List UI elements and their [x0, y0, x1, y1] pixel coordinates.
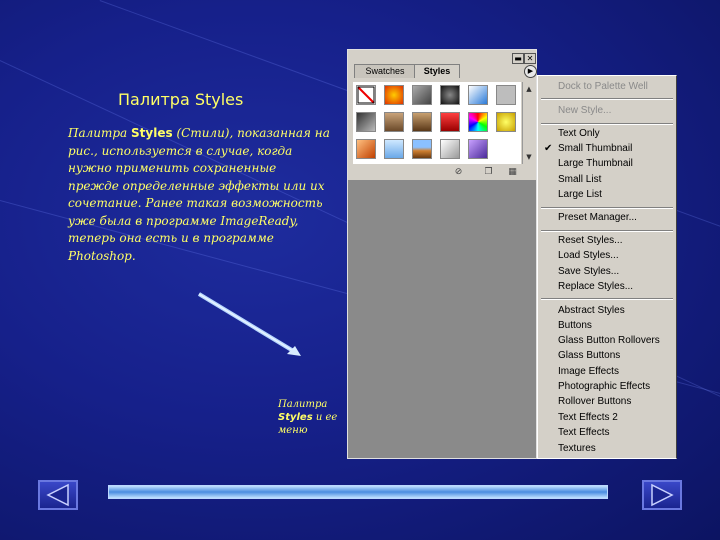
menu-item-text-effects-2[interactable]: Text Effects 2 [558, 411, 618, 425]
menu-item-load-styles[interactable]: Load Styles... [558, 249, 619, 263]
menu-item-glass-buttons[interactable]: Glass Buttons [558, 349, 620, 363]
style-swatch[interactable] [468, 139, 488, 159]
clear-style-icon[interactable]: ⊘ [454, 168, 463, 177]
slide-body-text: Палитра Styles (Стили), показанная на ри… [68, 125, 330, 265]
style-swatch[interactable] [412, 139, 432, 159]
body-text-part2: (Стили), показанная на рис., используетс… [68, 126, 330, 263]
caption-bold: Styles [278, 412, 313, 423]
palette-menu-arrow-icon[interactable]: ▶ [524, 65, 537, 78]
new-style-icon[interactable]: ❐ [484, 168, 493, 177]
caption-part1: Палитра [278, 399, 328, 410]
trash-icon[interactable]: ▦ [508, 168, 517, 177]
palette-scrollbar[interactable]: ▲ ▼ [522, 82, 535, 164]
style-swatch[interactable] [384, 112, 404, 132]
menu-item-large-thumbnail[interactable]: Large Thumbnail [558, 157, 633, 171]
close-icon[interactable]: ✕ [524, 53, 536, 64]
body-text-bold: Styles [131, 126, 173, 140]
style-swatch[interactable] [384, 139, 404, 159]
pointer-arrow-icon [197, 292, 301, 356]
style-swatch[interactable] [412, 112, 432, 132]
menu-item-small-thumbnail[interactable]: Small Thumbnail [558, 142, 632, 156]
style-swatch[interactable] [384, 85, 404, 105]
tab-styles[interactable]: Styles [414, 64, 460, 78]
menu-item-reset-styles[interactable]: Reset Styles... [558, 234, 622, 248]
menu-separator [541, 123, 673, 125]
triangle-left-icon [46, 483, 69, 507]
menu-separator [541, 298, 673, 300]
menu-item-small-list[interactable]: Small List [558, 173, 601, 187]
checkmark-icon: ✔ [544, 143, 553, 154]
triangle-right-icon [651, 483, 674, 507]
tab-swatches[interactable]: Swatches [354, 64, 416, 78]
style-swatch[interactable] [468, 85, 488, 105]
menu-item-save-styles[interactable]: Save Styles... [558, 265, 619, 279]
style-swatch[interactable] [468, 112, 488, 132]
scroll-up-icon[interactable]: ▲ [524, 84, 534, 94]
styles-palette-window: ▬ ✕ Swatches Styles ▶ ▲ ▼ ⊘ ❐ ▦ [347, 49, 537, 459]
style-swatch[interactable] [496, 85, 516, 105]
menu-separator [541, 98, 673, 100]
style-swatch[interactable] [496, 112, 516, 132]
menu-item-image-effects[interactable]: Image Effects [558, 365, 619, 379]
minimize-icon[interactable]: ▬ [512, 53, 524, 64]
menu-item-abstract-styles[interactable]: Abstract Styles [558, 304, 625, 318]
menu-item-text-only[interactable]: Text Only [558, 127, 600, 141]
menu-item-replace-styles[interactable]: Replace Styles... [558, 280, 633, 294]
previous-slide-button[interactable] [38, 480, 78, 510]
menu-item-textures[interactable]: Textures [558, 442, 596, 456]
slide-progress-bar [108, 485, 608, 499]
body-text-part1: Палитра [68, 126, 132, 140]
styles-thumbnail-grid [353, 82, 521, 164]
scroll-down-icon[interactable]: ▼ [524, 152, 534, 162]
style-swatch[interactable] [440, 85, 460, 105]
style-swatch[interactable] [412, 85, 432, 105]
slide-title: Палитра Styles [118, 90, 244, 109]
menu-item-large-list[interactable]: Large List [558, 188, 602, 202]
menu-separator [541, 230, 673, 232]
menu-item-preset-manager[interactable]: Preset Manager... [558, 211, 637, 225]
menu-item-dock-to-palette-well[interactable]: Dock to Palette Well [558, 80, 648, 94]
palette-context-menu: Dock to Palette Well New Style... Text O… [537, 75, 677, 459]
figure-caption: Палитра Styles и ее меню [278, 398, 358, 437]
menu-item-rollover-buttons[interactable]: Rollover Buttons [558, 395, 631, 409]
style-swatch[interactable] [356, 85, 376, 105]
style-swatch[interactable] [440, 139, 460, 159]
palette-panel: ▬ ✕ Swatches Styles ▶ ▲ ▼ ⊘ ❐ ▦ [348, 50, 537, 180]
menu-item-glass-button-rollovers[interactable]: Glass Button Rollovers [558, 334, 660, 348]
menu-item-photographic-effects[interactable]: Photographic Effects [558, 380, 650, 394]
menu-separator [541, 207, 673, 209]
menu-item-new-style[interactable]: New Style... [558, 104, 611, 118]
style-swatch[interactable] [356, 112, 376, 132]
menu-item-text-effects[interactable]: Text Effects [558, 426, 610, 440]
style-swatch[interactable] [440, 112, 460, 132]
menu-item-buttons[interactable]: Buttons [558, 319, 592, 333]
next-slide-button[interactable] [642, 480, 682, 510]
style-swatch[interactable] [356, 139, 376, 159]
